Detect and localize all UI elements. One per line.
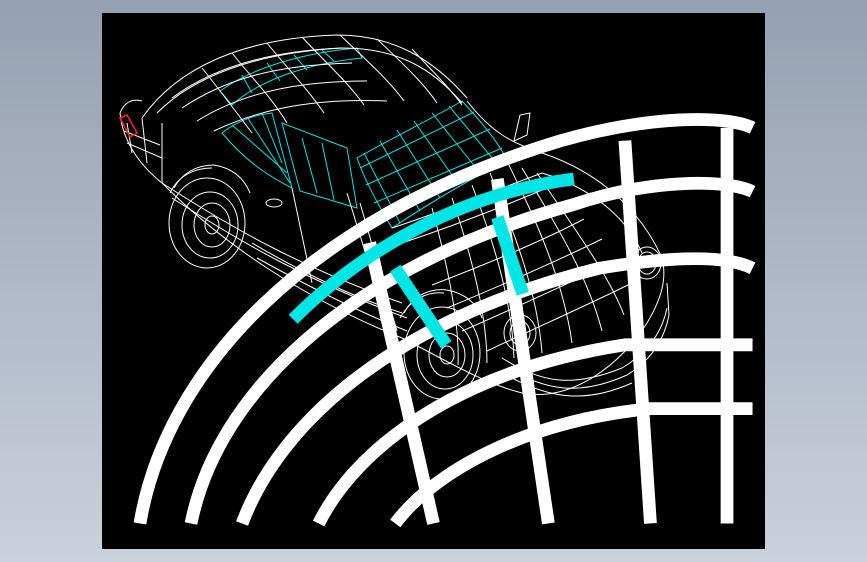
car-nose-preview-icon[interactable] — [102, 13, 765, 549]
model-viewport[interactable] — [102, 13, 765, 549]
